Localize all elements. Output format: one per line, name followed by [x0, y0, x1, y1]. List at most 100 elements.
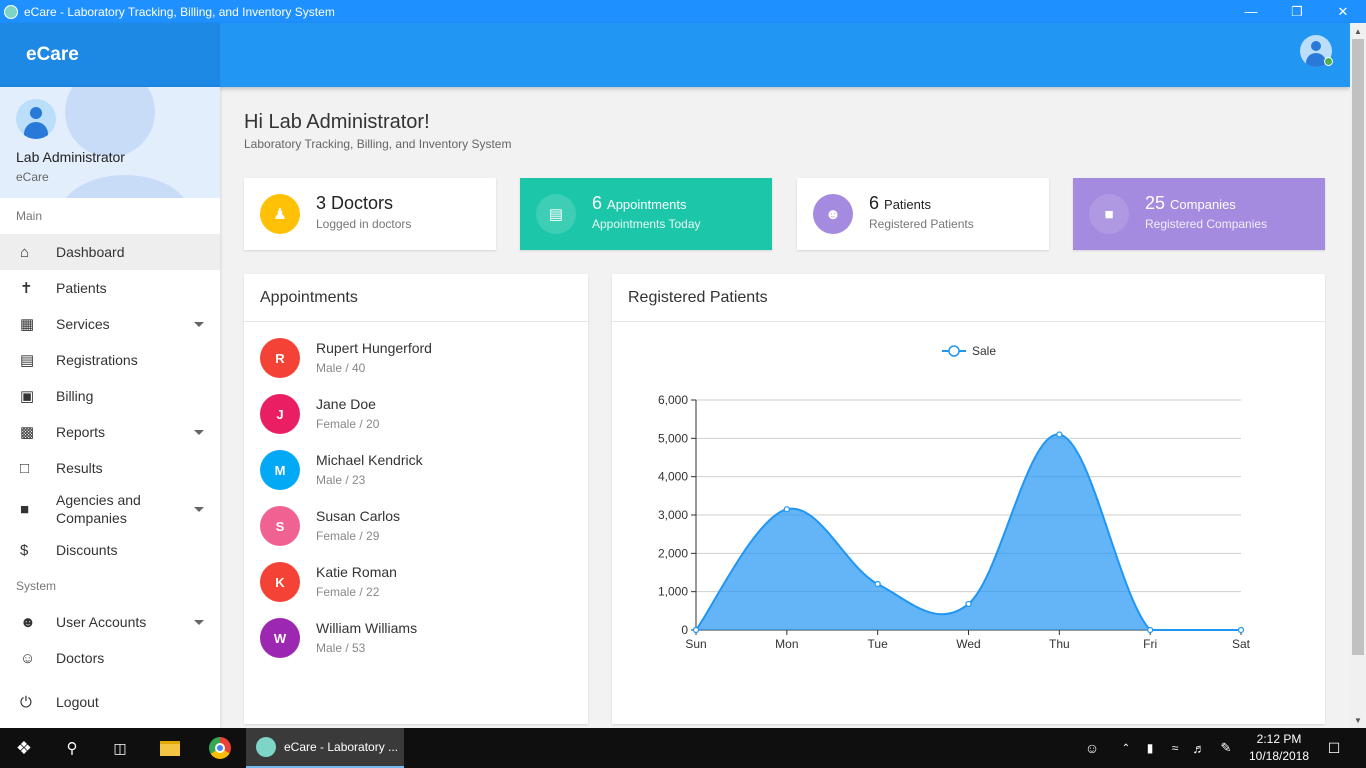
- list-item[interactable]: J Jane Doe Female / 20: [244, 384, 588, 440]
- section-label-system: System: [16, 579, 57, 593]
- section-label-main: Main: [16, 209, 43, 223]
- profile-avatar: [16, 99, 56, 139]
- data-point: [1056, 431, 1063, 438]
- scroll-down-arrow-icon[interactable]: ▼: [1350, 712, 1366, 728]
- app-logo-icon: [256, 737, 276, 757]
- chevron-down-icon: [194, 619, 204, 625]
- page-title: Hi Lab Administrator!: [244, 111, 430, 133]
- stat-card-doctors[interactable]: ♟ 3 Doctors Logged in doctors: [244, 178, 496, 250]
- registered-patients-chart[interactable]: 0 1,000 2,000 3,000 4,000 5,000 6,000 Sun Mon Tue…: [612, 323, 1325, 723]
- patient-meta: Male / 40: [316, 361, 366, 375]
- sidebar-item-billing[interactable]: ▣ Billing: [0, 378, 220, 414]
- sidebar-item-patients[interactable]: ✝ Patients: [0, 270, 220, 306]
- appointments-panel-title: Appointments: [244, 274, 588, 322]
- patient-meta: Female / 29: [316, 529, 380, 543]
- x-tick-label: Mon: [775, 637, 798, 651]
- sidebar-item-user-accounts[interactable]: ☻ User Accounts: [0, 604, 220, 640]
- patient-name: Susan Carlos: [316, 508, 401, 524]
- data-point: [783, 506, 790, 513]
- data-point: [874, 580, 881, 588]
- volume-icon[interactable]: ♬: [1188, 728, 1210, 768]
- people-icon: ☻: [813, 194, 853, 234]
- person-icon: ✝: [20, 280, 33, 297]
- people-icon: ☻: [20, 613, 36, 631]
- sidebar: Lab Administrator eCare Main ⌂ Dashboard…: [0, 87, 220, 728]
- sidebar-item-agencies[interactable]: ■ Agencies and Companies: [0, 486, 220, 532]
- stat-card-appointments[interactable]: ▤ 6 Appointments Appointments Today: [520, 178, 772, 250]
- sidebar-item-results[interactable]: □ Results: [0, 450, 220, 486]
- profile-header: Lab Administrator eCare: [0, 87, 220, 198]
- series-area: [696, 434, 1241, 630]
- sidebar-item-services[interactable]: ▦ Services: [0, 306, 220, 342]
- close-button[interactable]: ✕: [1320, 0, 1366, 23]
- system-clock[interactable]: 2:12 PM 10/18/2018: [1248, 731, 1310, 765]
- list-item[interactable]: S Susan Carlos Female / 29: [244, 496, 588, 552]
- clock-time: 2:12 PM: [1256, 732, 1302, 746]
- list-item[interactable]: R Rupert Hungerford Male / 40: [244, 328, 588, 384]
- sidebar-item-dashboard[interactable]: ⌂ Dashboard: [0, 234, 220, 270]
- appointments-count: 6: [592, 193, 603, 213]
- x-tick-label: Tue: [868, 637, 889, 651]
- taskbar: ❖ ⚲ ◫ eCare - Laboratory ... ☺ ⌃ ▮ ≈ ♬ ✎…: [0, 728, 1366, 768]
- y-tick-label: 1,000: [658, 585, 688, 599]
- companies-count: 25: [1145, 193, 1166, 213]
- doctor-icon: ☺: [20, 649, 36, 667]
- sidebar-item-registrations[interactable]: ▤ Registrations: [0, 342, 220, 378]
- chevron-down-icon: [194, 429, 204, 435]
- wifi-icon[interactable]: ≈: [1164, 728, 1186, 768]
- appointments-unit: Appointments: [607, 197, 687, 212]
- y-tick-label: 3,000: [658, 508, 688, 522]
- home-icon: ⌂: [20, 243, 30, 261]
- list-item[interactable]: K Katie Roman Female / 22: [244, 552, 588, 608]
- x-tick-label: Wed: [956, 637, 980, 651]
- taskbar-app-ecare[interactable]: eCare - Laboratory ...: [246, 728, 404, 768]
- y-tick-label: 2,000: [658, 546, 688, 560]
- restore-button[interactable]: ❐: [1274, 0, 1320, 23]
- windows-start-icon[interactable]: ❖: [0, 728, 48, 768]
- discount-icon: $: [20, 541, 29, 559]
- minimize-button[interactable]: —: [1228, 0, 1274, 23]
- sidebar-item-discounts[interactable]: $ Discounts: [0, 532, 220, 568]
- battery-icon[interactable]: ▮: [1140, 728, 1160, 768]
- clock-date: 10/18/2018: [1248, 749, 1310, 763]
- x-tick-label: Sun: [685, 637, 706, 651]
- patient-meta: Male / 53: [316, 641, 366, 655]
- x-tick-label: Thu: [1049, 637, 1070, 651]
- file-explorer-icon[interactable]: [146, 728, 194, 768]
- companies-desc: Registered Companies: [1145, 217, 1268, 231]
- data-point: [965, 600, 972, 608]
- scrollbar-thumb[interactable]: [1352, 39, 1364, 655]
- people-icon[interactable]: ☺: [1080, 728, 1104, 768]
- sidebar-item-reports[interactable]: ▩ Reports: [0, 414, 220, 450]
- doctor-icon: ♟: [260, 194, 300, 234]
- registered-patients-panel-title: Registered Patients: [612, 274, 1325, 322]
- search-icon[interactable]: ⚲: [48, 728, 96, 768]
- page-scrollbar[interactable]: ▲ ▼: [1350, 23, 1366, 728]
- scroll-up-arrow-icon[interactable]: ▲: [1350, 23, 1366, 39]
- brand-logo[interactable]: eCare: [0, 23, 220, 87]
- task-view-icon[interactable]: ◫: [96, 728, 144, 768]
- app-logo-icon: [4, 4, 18, 19]
- x-tick-label: Sat: [1232, 637, 1251, 651]
- taskbar-app-label: eCare - Laboratory ...: [284, 740, 399, 754]
- avatar: R: [260, 338, 300, 378]
- chevron-down-icon: [194, 321, 204, 327]
- pen-icon[interactable]: ✎: [1214, 728, 1238, 768]
- app-header: eCare: [0, 23, 1350, 87]
- avatar: M: [260, 450, 300, 490]
- sidebar-item-logout[interactable]: ⏻ Logout: [0, 684, 220, 720]
- list-item[interactable]: M Michael Kendrick Male / 23: [244, 440, 588, 496]
- stat-card-patients[interactable]: ☻ 6 Patients Registered Patients: [797, 178, 1049, 250]
- wallet-icon: ▣: [20, 388, 35, 405]
- chrome-icon[interactable]: [196, 728, 244, 768]
- y-tick-label: 6,000: [658, 393, 688, 407]
- chevron-up-icon[interactable]: ⌃: [1116, 728, 1136, 768]
- notifications-icon[interactable]: ☐: [1318, 728, 1350, 768]
- x-tick-label: Fri: [1143, 637, 1157, 651]
- stat-card-companies[interactable]: ■ 25 Companies Registered Companies: [1073, 178, 1325, 250]
- avatar: J: [260, 394, 300, 434]
- list-item[interactable]: W William Williams Male / 53: [244, 608, 588, 664]
- sidebar-item-doctors[interactable]: ☺ Doctors: [0, 640, 220, 676]
- bar-chart-icon: ▩: [20, 424, 35, 441]
- profile-name: Lab Administrator: [16, 149, 125, 165]
